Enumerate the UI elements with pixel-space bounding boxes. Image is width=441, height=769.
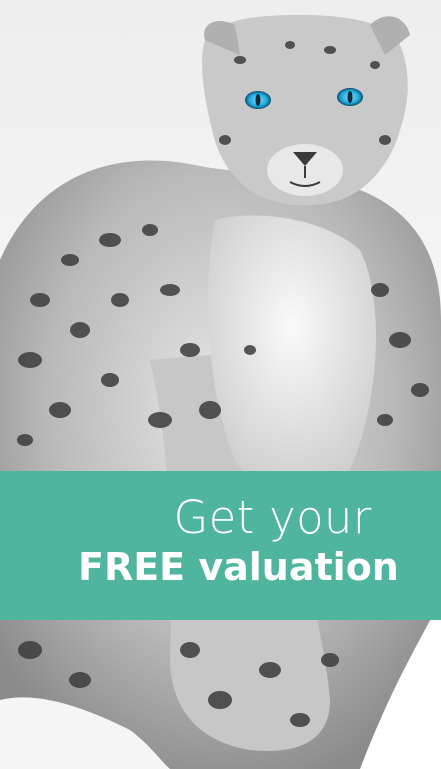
- valuation-ad: Get your FREE valuation: [0, 0, 441, 769]
- snow-leopard-photo: [0, 15, 441, 769]
- banner-line-1: Get your: [173, 491, 372, 544]
- valuation-banner[interactable]: Get your FREE valuation: [0, 471, 441, 620]
- banner-line-2: FREE valuation: [78, 545, 399, 589]
